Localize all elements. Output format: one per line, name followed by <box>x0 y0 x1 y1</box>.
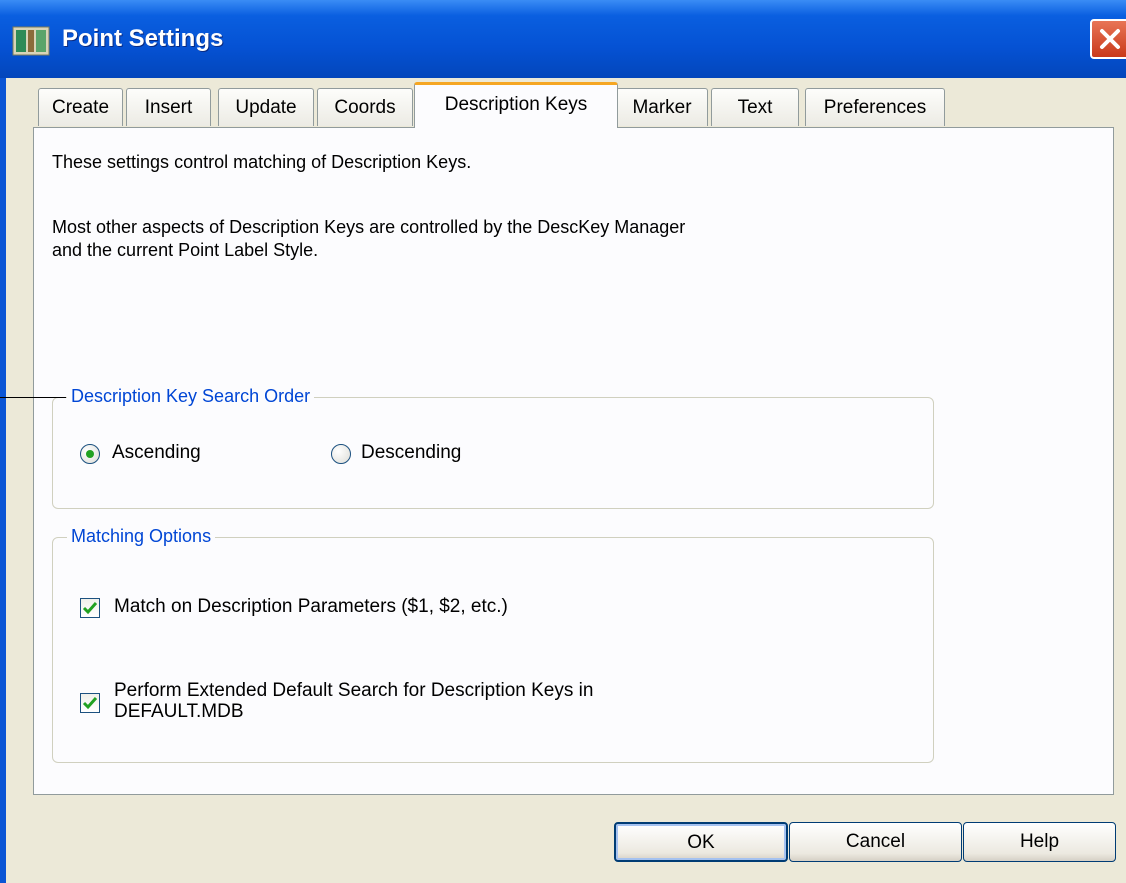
tab-label: Marker <box>632 97 692 118</box>
descending-label[interactable]: Descending <box>361 442 461 464</box>
tab-coords[interactable]: Coords <box>317 88 413 126</box>
ok-button[interactable]: OK <box>614 822 788 862</box>
callout-line <box>0 397 66 398</box>
tab-label: Text <box>737 97 773 118</box>
dialog-window: Point Settings Create Insert Update Coor… <box>0 0 1126 883</box>
window-title: Point Settings <box>62 25 224 52</box>
checkmark-icon <box>82 697 98 710</box>
tab-preferences[interactable]: Preferences <box>805 88 945 126</box>
description-text-line2: Most other aspects of Description Keys a… <box>52 217 686 237</box>
extended-search-label-line1[interactable]: Perform Extended Default Search for Desc… <box>114 680 593 702</box>
tab-text[interactable]: Text <box>711 88 799 126</box>
tab-update[interactable]: Update <box>218 88 314 126</box>
extended-search-label-line2[interactable]: DEFAULT.MDB <box>114 701 244 723</box>
close-icon <box>1100 29 1120 49</box>
match-parameters-checkbox[interactable] <box>80 598 100 618</box>
matching-options-title: Matching Options <box>67 526 216 547</box>
tab-label: Insert <box>144 97 193 118</box>
tab-label: Coords <box>334 97 396 118</box>
extended-search-checkbox[interactable] <box>80 693 100 713</box>
tab-label: Update <box>235 97 297 118</box>
tab-marker[interactable]: Marker <box>616 88 708 126</box>
ascending-radio[interactable] <box>80 444 100 464</box>
title-bar[interactable]: Point Settings <box>0 0 1126 78</box>
tab-label: Preferences <box>823 97 927 118</box>
help-button[interactable]: Help <box>963 822 1116 862</box>
match-parameters-label[interactable]: Match on Description Parameters ($1, $2,… <box>114 596 508 618</box>
matching-options-group <box>52 537 934 763</box>
tab-insert[interactable]: Insert <box>126 88 211 126</box>
tab-label: Create <box>51 97 110 118</box>
tab-create[interactable]: Create <box>38 88 123 126</box>
tab-description-keys[interactable]: Description Keys <box>414 82 618 128</box>
ascending-label[interactable]: Ascending <box>112 442 201 464</box>
checkmark-icon <box>82 602 98 615</box>
description-text-line1: These settings control matching of Descr… <box>52 152 472 172</box>
descending-radio[interactable] <box>331 444 351 464</box>
cancel-button[interactable]: Cancel <box>789 822 962 862</box>
tab-label: Description Keys <box>444 94 588 115</box>
search-order-title: Description Key Search Order <box>67 386 315 407</box>
description-text-line3: and the current Point Label Style. <box>52 240 319 260</box>
close-button[interactable] <box>1090 19 1126 59</box>
app-icon <box>12 26 50 56</box>
